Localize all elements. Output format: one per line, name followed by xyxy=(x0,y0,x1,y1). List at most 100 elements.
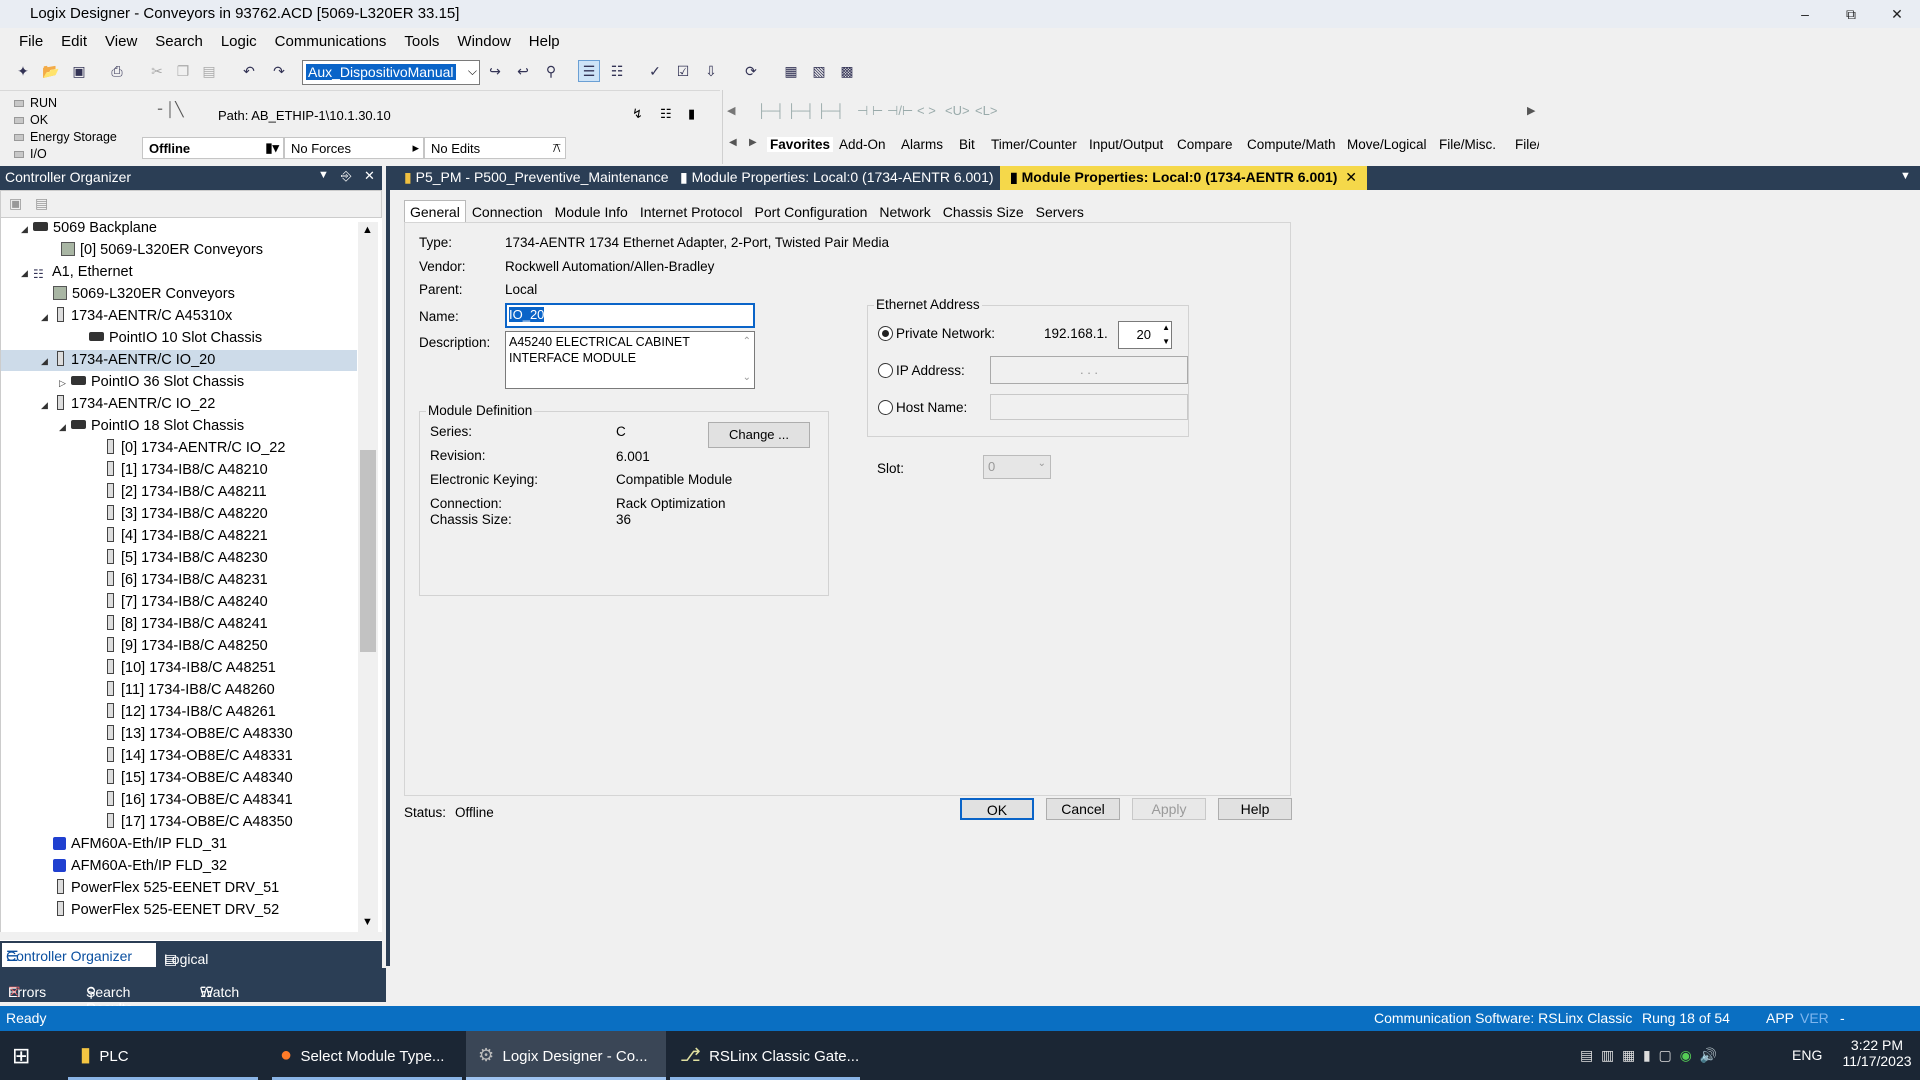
expanded-icon[interactable]: ◢ xyxy=(59,417,71,438)
branch-level-icon[interactable]: ├─┤ xyxy=(817,103,845,118)
help-button[interactable]: Help xyxy=(1218,798,1292,820)
mode-dropdown[interactable]: Offline ▮▾ xyxy=(142,137,284,159)
download-icon[interactable]: ⇩ xyxy=(700,60,722,82)
expanded-icon[interactable]: ◢ xyxy=(41,307,53,328)
tree-node[interactable]: [6] 1734-IB8/C A48231 xyxy=(1,570,357,591)
taskbar-item-rslinx[interactable]: ⎇ RSLinx Classic Gate... xyxy=(670,1031,860,1080)
organizer-scrollbar[interactable]: ▲ ▼ xyxy=(358,222,378,932)
organizer-toggle-icon[interactable]: ☰ xyxy=(578,60,600,82)
tree-node[interactable]: PowerFlex 525-EENET DRV_51 xyxy=(1,878,357,899)
tab-file-more[interactable]: File/ xyxy=(1515,137,1539,152)
tab-general[interactable]: General xyxy=(404,200,466,223)
expanded-icon[interactable]: ◢ xyxy=(41,351,53,372)
undo-icon[interactable]: ↶ xyxy=(238,60,260,82)
tab-servers[interactable]: Servers xyxy=(1030,200,1090,224)
tab-chassis-size[interactable]: Chassis Size xyxy=(937,200,1030,224)
tool-icon-1[interactable]: ▦ xyxy=(780,60,802,82)
paste-icon[interactable]: ▤ xyxy=(198,60,220,82)
pane-menu-icon[interactable]: ▼ xyxy=(318,169,329,181)
scroll-right-icon[interactable]: ▶ xyxy=(1527,104,1535,117)
path-set-icon[interactable]: ↯ xyxy=(632,106,643,122)
who-active-icon[interactable]: ⟳ xyxy=(740,60,762,82)
tab-add-on[interactable]: Add-On xyxy=(839,137,886,152)
tree-node[interactable]: AFM60A-Eth/IP FLD_32 xyxy=(1,856,357,877)
expand-all-icon[interactable]: ▤ xyxy=(35,195,48,212)
tree-node[interactable]: [4] 1734-IB8/C A48221 xyxy=(1,526,357,547)
edits-dropdown[interactable]: No Edits ⚻ xyxy=(424,137,566,159)
menu-search[interactable]: Search xyxy=(146,30,212,53)
tool-icon-2[interactable]: ▧ xyxy=(808,60,830,82)
tab-compare[interactable]: Compare xyxy=(1177,137,1233,152)
tab-internet-protocol[interactable]: Internet Protocol xyxy=(634,200,749,224)
ote-icon[interactable]: < > xyxy=(917,103,936,118)
chevron-down-icon[interactable]: ⌵ xyxy=(468,64,477,79)
tree-node[interactable]: [14] 1734-OB8E/C A48331 xyxy=(1,746,357,767)
branch-icon[interactable]: ├─┤ xyxy=(787,103,815,118)
tab-move-logical[interactable]: Move/Logical xyxy=(1347,137,1427,152)
tree-node[interactable]: [10] 1734-IB8/C A48251 xyxy=(1,658,357,679)
tab-compute-math[interactable]: Compute/Math xyxy=(1247,137,1336,152)
save-icon[interactable]: ▣ xyxy=(68,60,90,82)
tree-node[interactable]: [1] 1734-IB8/C A48210 xyxy=(1,460,357,481)
expanded-icon[interactable]: ◢ xyxy=(41,395,53,416)
open-folder-icon[interactable]: 📂 xyxy=(40,60,62,82)
tab-list-icon[interactable]: ▼ xyxy=(1900,170,1911,182)
tree-node[interactable]: [16] 1734-OB8E/C A48341 xyxy=(1,790,357,811)
tree-node[interactable]: [7] 1734-IB8/C A48240 xyxy=(1,592,357,613)
tree-node[interactable]: ◢ 5069 Backplane xyxy=(1,218,357,239)
ip-address-radio[interactable] xyxy=(878,363,893,378)
tree-node[interactable]: [2] 1734-IB8/C A48211 xyxy=(1,482,357,503)
tab-input-output[interactable]: Input/Output xyxy=(1089,137,1163,152)
minimize-button[interactable]: – xyxy=(1782,0,1828,28)
host-name-field[interactable] xyxy=(990,394,1188,420)
network-icon[interactable]: ☷ xyxy=(660,106,672,122)
menu-file[interactable]: File xyxy=(10,30,52,53)
otu-icon[interactable]: <L> xyxy=(975,103,997,118)
clock[interactable]: 3:22 PM 11/17/2023 xyxy=(1840,1037,1914,1069)
slot-dropdown[interactable]: 0 ⌄ xyxy=(983,455,1051,479)
taskbar-item-logix[interactable]: ⚙ Logix Designer - Co... xyxy=(466,1031,666,1080)
menu-edit[interactable]: Edit xyxy=(52,30,96,53)
tray-icons[interactable]: ▤ ▥ ▦ ▮ ▢ ◉ 🔊 xyxy=(1580,1031,1717,1080)
tab-port-configuration[interactable]: Port Configuration xyxy=(749,200,874,224)
collapsed-icon[interactable]: ▷ xyxy=(59,373,71,394)
tab-controller-organizer[interactable]: ☰ Controller Organizer xyxy=(2,943,156,967)
cut-icon[interactable]: ✂ xyxy=(146,60,168,82)
taskbar-item-plc[interactable]: ▮ PLC xyxy=(68,1031,258,1080)
tree-node[interactable]: ▷ PointIO 36 Slot Chassis xyxy=(1,372,357,393)
description-field[interactable]: A45240 ELECTRICAL CABINET INTERFACE MODU… xyxy=(505,331,755,389)
tab-module-info[interactable]: Module Info xyxy=(549,200,634,224)
scroll-left-icon[interactable]: ◀ xyxy=(727,104,735,117)
close-button[interactable]: ✕ xyxy=(1874,0,1920,28)
forces-dropdown[interactable]: No Forces ▸ xyxy=(284,137,424,159)
xio-icon[interactable]: ⊣/⊢ xyxy=(887,103,913,119)
ok-button[interactable]: OK xyxy=(960,798,1034,820)
tab-file-misc[interactable]: File/Misc. xyxy=(1439,137,1496,152)
tool-icon-3[interactable]: ▩ xyxy=(836,60,858,82)
tree-node[interactable]: 5069-L320ER Conveyors xyxy=(1,284,357,305)
tab-p5-pm-routine[interactable]: ▮ P5_PM - P500_Preventive_Maintenance xyxy=(394,166,679,190)
tree-node[interactable]: PowerFlex 525-EENET DRV_52 xyxy=(1,900,357,921)
tree-node[interactable]: [0] 1734-AENTR/C IO_22 xyxy=(1,438,357,459)
tree-node[interactable]: ◢ 1734-AENTR/C IO_20 xyxy=(1,350,357,371)
menu-help[interactable]: Help xyxy=(520,30,569,53)
change-button[interactable]: Change ... xyxy=(708,422,810,448)
expanded-icon[interactable]: ◢ xyxy=(21,219,33,240)
go-to-icon[interactable]: ↪ xyxy=(484,60,506,82)
close-organizer-icon[interactable]: ✕ xyxy=(364,168,375,184)
otl-icon[interactable]: <U> xyxy=(945,103,970,118)
language-indicator[interactable]: ENG xyxy=(1792,1031,1822,1080)
tag-search-combo[interactable]: Aux_DispositivoManual ⌵ xyxy=(302,60,480,85)
tree-node[interactable]: ◢ ☷ A1, Ethernet xyxy=(1,262,357,283)
apply-button[interactable]: Apply xyxy=(1132,798,1206,820)
tree-node[interactable]: ◢ PointIO 18 Slot Chassis xyxy=(1,416,357,437)
menu-window[interactable]: Window xyxy=(448,30,519,53)
tree-node[interactable]: PointIO 10 Slot Chassis xyxy=(1,328,357,349)
tree-node[interactable]: ◢ 1734-AENTR/C IO_22 xyxy=(1,394,357,415)
pin-icon[interactable]: ⎆ xyxy=(341,168,351,184)
menu-logic[interactable]: Logic xyxy=(212,30,266,53)
find-icon[interactable]: ⚲ xyxy=(540,60,562,82)
browse-logic-icon[interactable]: ↩ xyxy=(512,60,534,82)
tree-node[interactable]: [5] 1734-IB8/C A48230 xyxy=(1,548,357,569)
restore-button[interactable]: ⧉ xyxy=(1828,0,1874,28)
